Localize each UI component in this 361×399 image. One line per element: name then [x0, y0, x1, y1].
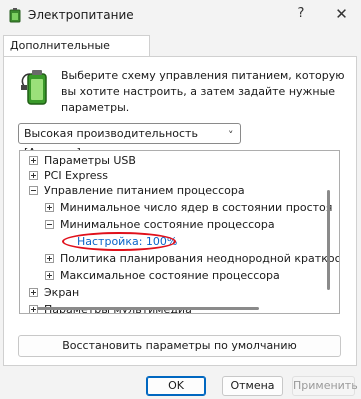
power-options-dialog: Электропитание ? ✕ Дополнительные параме… — [0, 0, 361, 399]
description-text: Выберите схему управления питанием, кото… — [61, 69, 345, 114]
expand-plus-icon[interactable] — [45, 270, 54, 280]
expand-plus-icon[interactable] — [29, 155, 38, 165]
expand-plus-icon[interactable] — [45, 253, 54, 263]
collapse-minus-icon[interactable] — [45, 219, 54, 229]
tree-item-processor-power[interactable]: Управление питанием процессора — [29, 183, 245, 198]
cancel-button[interactable]: Отмена — [222, 376, 283, 396]
highlight-oval — [62, 232, 176, 251]
expand-plus-icon[interactable] — [29, 287, 38, 297]
window-title: Электропитание — [28, 8, 134, 22]
tree-item-max-processor-state[interactable]: Максимальное состояние процессора — [45, 268, 280, 283]
title-bar: Электропитание ? ✕ — [0, 0, 361, 30]
tree-item-usb[interactable]: Параметры USB — [29, 153, 136, 168]
tree-item-label: Параметры USB — [44, 154, 136, 167]
tree-item-label: Максимальное состояние процессора — [60, 269, 280, 282]
chevron-down-icon: ˅ — [228, 129, 234, 142]
vertical-scrollbar[interactable] — [327, 190, 330, 290]
tree-item-min-cores[interactable]: Минимальное число ядер в состоянии прост… — [45, 200, 332, 215]
collapse-minus-icon[interactable] — [29, 185, 38, 195]
tree-item-label: Политика планирования неоднородной кратк… — [60, 252, 340, 265]
tree-item-label: Минимальное состояние процессора — [60, 218, 275, 231]
tree-item-min-processor-state[interactable]: Минимальное состояние процессора — [45, 217, 275, 232]
tree-item-label: Управление питанием процессора — [44, 184, 245, 197]
help-button[interactable]: ? — [283, 0, 319, 30]
tree-item-label: Экран — [44, 286, 80, 299]
tab-advanced-settings[interactable]: Дополнительные параметры — [3, 35, 150, 72]
power-plan-select[interactable]: Высокая производительность [Активен] ˅ — [18, 123, 241, 159]
apply-button[interactable]: Применить — [292, 376, 358, 396]
horizontal-scrollbar[interactable] — [37, 307, 259, 310]
battery-plug-icon — [21, 70, 47, 105]
tree-item-pci-express[interactable]: PCI Express — [29, 168, 108, 183]
expand-plus-icon[interactable] — [29, 170, 38, 180]
tree-item-label: PCI Express — [44, 169, 109, 182]
ok-button[interactable]: OK — [146, 376, 206, 396]
expand-plus-icon[interactable] — [45, 202, 54, 212]
tree-item-label: Минимальное число ядер в состоянии прост… — [60, 201, 333, 214]
close-button[interactable]: ✕ — [322, 0, 361, 30]
tree-item-scheduling-policy[interactable]: Политика планирования неоднородной кратк… — [45, 251, 340, 266]
restore-defaults-button[interactable]: Восстановить параметры по умолчанию — [18, 335, 341, 357]
power-options-icon — [9, 8, 21, 23]
tree-item-display[interactable]: Экран — [29, 285, 79, 300]
settings-tree[interactable]: Параметры USB PCI Express Управление пит… — [19, 150, 340, 314]
